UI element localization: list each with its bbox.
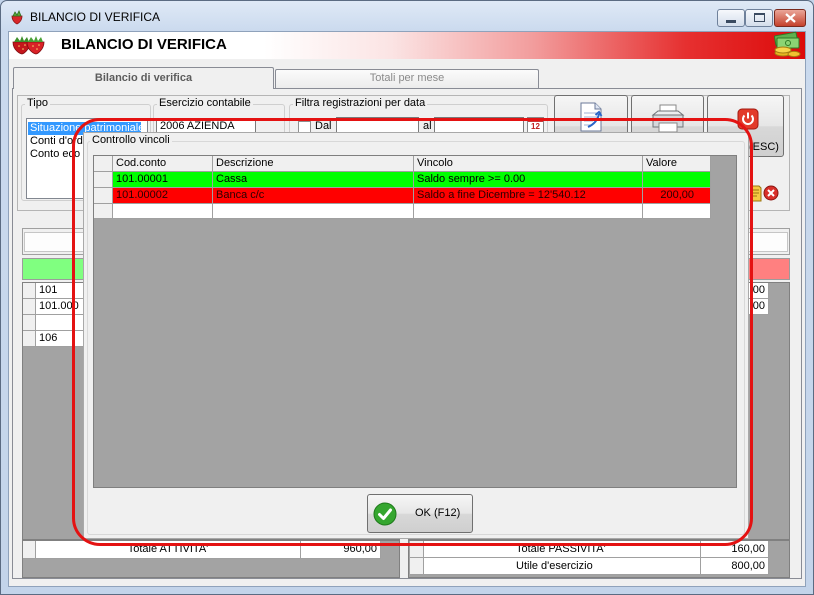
net-income-row[interactable]: Utile d'esercizio 800,00 (410, 558, 769, 575)
total-assets-row[interactable]: Totale ATTIVITA' 960,00 (23, 541, 381, 559)
constraint-cod: 101.00002 (113, 188, 213, 204)
net-income-value: 800,00 (701, 558, 769, 575)
document-icon[interactable] (750, 185, 762, 202)
minimize-button[interactable] (717, 9, 745, 27)
maximize-icon (754, 13, 765, 22)
total-assets-label: Totale ATTIVITA' (36, 541, 301, 559)
close-window-button[interactable] (774, 9, 806, 27)
constraint-value (643, 172, 711, 188)
exit-button-label: (ESC) (749, 141, 779, 153)
total-liabilities-row[interactable]: Totale PASSIVITA' 160,00 (410, 541, 769, 558)
net-income-label: Utile d'esercizio (424, 558, 701, 575)
tipo-item-conto-economico[interactable]: Conto eco (28, 148, 80, 161)
tipo-item-conti-ordine[interactable]: Conti d'ordi (28, 135, 85, 148)
constraint-rule: Saldo a fine Dicembre = 12'540.12 (414, 188, 643, 204)
constraint-desc: Banca c/c (213, 188, 414, 204)
window-title: BILANCIO DI VERIFICA (30, 10, 161, 24)
strawberries-icon (11, 33, 47, 55)
total-assets-value: 960,00 (301, 541, 381, 559)
calendar-day: 12 (531, 122, 540, 131)
constraint-row-violated[interactable]: 101.00002 Banca c/c Saldo a fine Dicembr… (94, 188, 711, 204)
total-liabilities-label: Totale PASSIVITA' (424, 541, 701, 558)
ok-button-label: OK (F12) (415, 507, 461, 519)
power-icon (737, 108, 759, 130)
constraints-header-row: Cod.conto Descrizione Vincolo Valore (94, 156, 711, 172)
document-preview-icon (580, 102, 603, 132)
app-strawberry-icon (9, 9, 25, 25)
ok-button[interactable]: OK (F12) (367, 494, 473, 533)
check-icon (373, 502, 397, 526)
column-header-valore[interactable]: Valore (643, 156, 711, 172)
printer-icon (651, 104, 685, 133)
assets-totals: Totale ATTIVITA' 960,00 (22, 540, 400, 578)
constraints-grid: Cod.conto Descrizione Vincolo Valore 101… (93, 155, 737, 488)
tab-bilancio-di-verifica[interactable]: Bilancio di verifica (13, 67, 274, 89)
maximize-button[interactable] (745, 9, 773, 27)
minimize-icon (726, 20, 736, 23)
constraints-dialog: Controllo vincoli Cod.conto Descrizione … (83, 132, 749, 539)
tipo-label: Tipo (25, 97, 50, 110)
constraint-new-row[interactable] (94, 204, 711, 219)
constraint-cod: 101.00001 (113, 172, 213, 188)
constraint-rule: Saldo sempre >= 0.00 (414, 172, 643, 188)
page-title: BILANCIO DI VERIFICA (61, 36, 227, 53)
constraint-row-ok[interactable]: 101.00001 Cassa Saldo sempre >= 0.00 (94, 172, 711, 188)
delete-icon[interactable] (763, 185, 779, 201)
column-header-cod-conto[interactable]: Cod.conto (113, 156, 213, 172)
constraint-desc: Cassa (213, 172, 414, 188)
column-header-descrizione[interactable]: Descrizione (213, 156, 414, 172)
liabilities-totals: Totale PASSIVITA' 160,00 Utile d'eserciz… (408, 540, 790, 578)
dialog-title: Controllo vincoli (90, 134, 172, 147)
close-icon (785, 13, 796, 23)
filtro-date-label: Filtra registrazioni per data (293, 97, 428, 110)
esercizio-label: Esercizio contabile (157, 97, 253, 110)
total-liabilities-value: 160,00 (701, 541, 769, 558)
constraint-value: 200,00 (643, 188, 711, 204)
column-header-vincolo[interactable]: Vincolo (414, 156, 643, 172)
tab-totali-per-mese[interactable]: Totali per mese (275, 69, 539, 88)
money-icon (772, 30, 802, 58)
